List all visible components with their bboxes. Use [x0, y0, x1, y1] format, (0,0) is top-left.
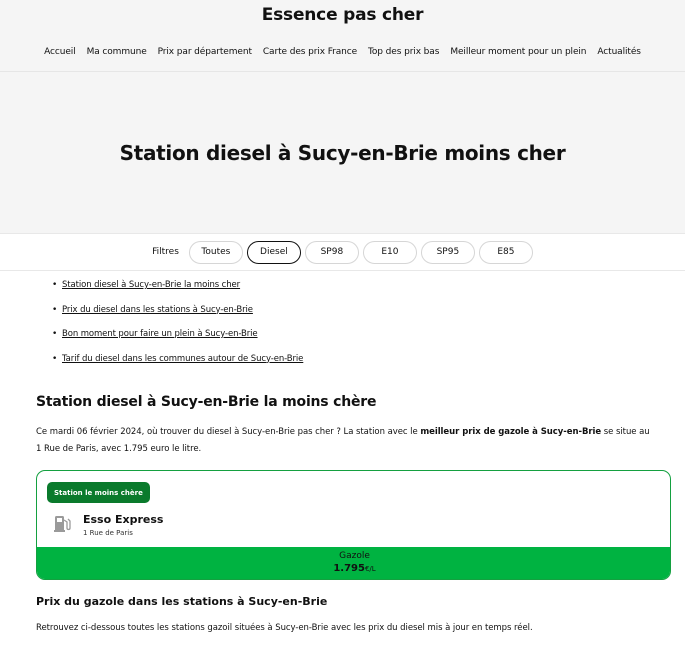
site-title[interactable]: Essence pas cher: [0, 5, 685, 25]
filter-sp98[interactable]: SP98: [304, 240, 359, 264]
price-value: 1.795: [333, 563, 365, 574]
station-name[interactable]: Esso Express: [83, 513, 163, 526]
nav-ma-commune[interactable]: Ma commune: [87, 47, 147, 57]
filters-label: Filtres: [152, 247, 179, 257]
nav-accueil[interactable]: Accueil: [44, 47, 76, 57]
site-header: Essence pas cher Accueil Ma commune Prix…: [0, 0, 685, 72]
toc-item: Tarif du diesel dans les communes autour…: [52, 354, 303, 365]
station-address: 1 Rue de Paris: [83, 529, 133, 537]
toc-item: Bon moment pour faire un plein à Sucy-en…: [52, 329, 303, 340]
filter-sp95[interactable]: SP95: [420, 240, 475, 264]
price-display: 1.795€/L: [37, 563, 670, 574]
toc-link-nearby-communes[interactable]: Tarif du diesel dans les communes autour…: [62, 354, 303, 364]
nav-carte-des-prix[interactable]: Carte des prix France: [263, 47, 357, 57]
cheapest-station-card[interactable]: Station le moins chère Esso Express 1 Ru…: [36, 470, 671, 580]
main-nav: Accueil Ma commune Prix par département …: [0, 47, 685, 57]
toc-link-best-moment[interactable]: Bon moment pour faire un plein à Sucy-en…: [62, 329, 258, 339]
filter-e10[interactable]: E10: [362, 240, 417, 264]
fuel-type-label: Gazole: [339, 551, 370, 561]
nav-actualites[interactable]: Actualités: [597, 47, 641, 57]
prices-description: Retrouvez ci-dessous toutes les stations…: [36, 623, 533, 633]
fuel-pump-icon: [54, 516, 71, 532]
hero-banner: Station diesel à Sucy-en-Brie moins cher: [0, 72, 685, 233]
page-title: Station diesel à Sucy-en-Brie moins cher: [119, 140, 566, 165]
nav-top-des-prix-bas[interactable]: Top des prix bas: [368, 47, 439, 57]
description-text: Ce mardi 06 février 2024, où trouver du …: [36, 427, 421, 437]
nav-meilleur-moment[interactable]: Meilleur moment pour un plein: [450, 47, 586, 57]
filter-diesel[interactable]: Diesel: [246, 240, 301, 264]
toc-link-prices[interactable]: Prix du diesel dans les stations à Sucy-…: [62, 305, 253, 315]
section-title-cheapest: Station diesel à Sucy-en-Brie la moins c…: [36, 394, 377, 410]
price-unit: €/L: [364, 565, 376, 573]
filter-e85[interactable]: E85: [478, 240, 533, 264]
toc-item: Station diesel à Sucy-en-Brie la moins c…: [52, 280, 303, 291]
toc-item: Prix du diesel dans les stations à Sucy-…: [52, 305, 303, 316]
nav-prix-par-departement[interactable]: Prix par département: [158, 47, 252, 57]
filter-toutes[interactable]: Toutes: [188, 240, 243, 264]
section-title-prices: Prix du gazole dans les stations à Sucy-…: [36, 595, 328, 608]
description-bold-text: meilleur prix de gazole à Sucy-en-Brie: [420, 427, 602, 437]
price-band: Gazole 1.795€/L: [37, 547, 670, 579]
fuel-filter-bar: Filtres Toutes Diesel SP98 E10 SP95 E85: [0, 233, 685, 271]
toc-link-cheapest-station[interactable]: Station diesel à Sucy-en-Brie la moins c…: [62, 280, 240, 290]
table-of-contents: Station diesel à Sucy-en-Brie la moins c…: [52, 280, 303, 378]
cheapest-badge: Station le moins chère: [47, 482, 150, 503]
cheapest-description: Ce mardi 06 février 2024, où trouver du …: [36, 424, 656, 458]
